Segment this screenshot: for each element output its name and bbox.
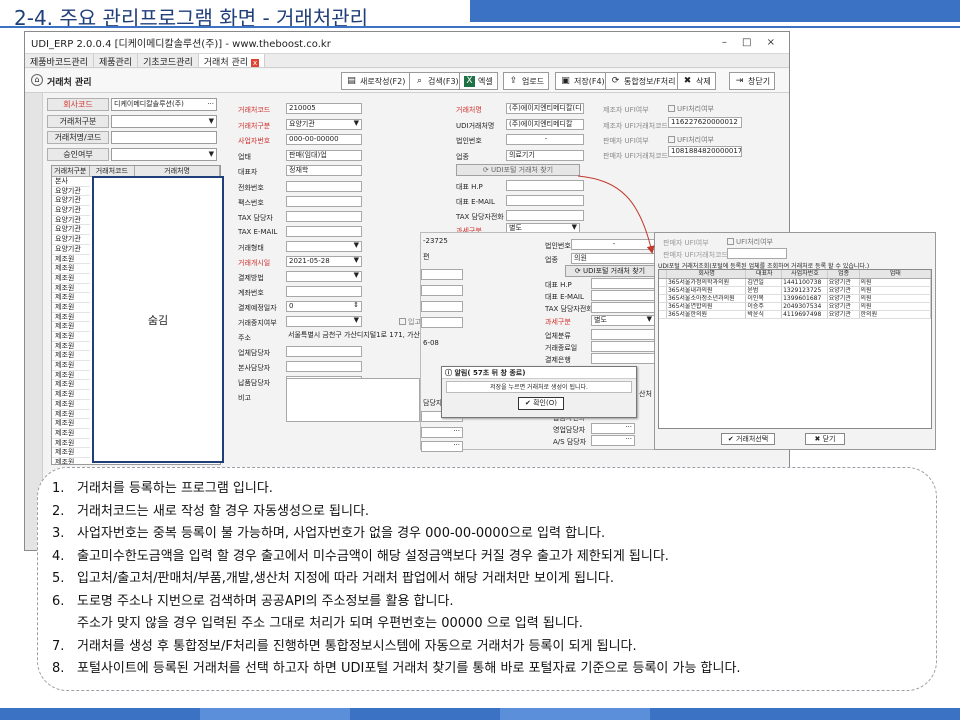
note-text: 사업자번호는 중복 등록이 불 가능하며, 사업자번호가 없을 경우 000-0…: [77, 526, 606, 541]
notes-list: 1. 거래처를 등록하는 프로그램 입니다. 2. 거래처코드는 새로 작성 할 경우…: [52, 478, 741, 681]
note-text: 거래처코드는 새로 작성 할 경우 자동생성으로 됩니다.: [77, 503, 370, 519]
note-text: 거래처를 등록하는 프로그램 입니다.: [77, 481, 273, 496]
note-text: 포털사이트에 등록된 거래처를 선택 하고자 하면 UDI포털 거래처 찾기를 …: [77, 661, 741, 676]
note-text: 거래처를 생성 후 통합정보/F처리를 진행하면 통합정보시스템에 자동으로 거…: [77, 638, 637, 654]
note-item: 5. 입고처/출고처/판매처/부품,개발,생산처 지정에 따라 거래처 팝업에서 …: [52, 568, 741, 591]
note-item: 2. 거래처코드는 새로 작성 할 경우 자동생성으로 됩니다.: [52, 501, 741, 524]
note-item: 4. 출고미수한도금액을 입력 할 경우 출고에서 미수금액이 해당 설정금액보다…: [52, 546, 741, 569]
note-sub-item: 주소가 맞지 않을 경우 입력된 주소 그대로 처리가 되며 우편번호는 000…: [77, 616, 583, 631]
note-text: 입고처/출고처/판매처/부품,개발,생산처 지정에 따라 거래처 팝업에서 해당…: [77, 571, 614, 586]
footer-segment: [200, 708, 350, 720]
note-item: 6. 도로명 주소나 지번으로 검색하며 공공API의 주소정보를 활용 합니다.: [52, 591, 741, 614]
footer-bar: [0, 708, 960, 720]
note-number: 3.: [52, 526, 65, 541]
note-number: 8.: [52, 661, 65, 676]
note-text: 도로명 주소나 지번으로 검색하며 공공API의 주소정보를 활용 합니다.: [77, 593, 454, 609]
footer-segment: [500, 708, 650, 720]
note-number: 7.: [52, 638, 65, 654]
note-number: 6.: [52, 593, 65, 609]
note-item: 8. 포털사이트에 등록된 거래처를 선택 하고자 하면 UDI포털 거래처 찾기…: [52, 658, 741, 681]
note-number: 1.: [52, 481, 65, 496]
note-text: 출고미수한도금액을 입력 할 경우 출고에서 미수금액이 해당 설정금액보다 커…: [77, 548, 669, 564]
note-number: 5.: [52, 571, 65, 586]
note-number: 4.: [52, 548, 65, 564]
note-number: 2.: [52, 503, 65, 519]
note-item: 7. 거래처를 생성 후 통합정보/F처리를 진행하면 통합정보시스템에 자동으로…: [52, 636, 741, 659]
note-item: 1. 거래처를 등록하는 프로그램 입니다.: [52, 478, 741, 501]
note-item: 3. 사업자번호는 중복 등록이 불 가능하며, 사업자번호가 없을 경우 000…: [52, 523, 741, 546]
notes-box: 1. 거래처를 등록하는 프로그램 입니다. 2. 거래처코드는 새로 작성 할 경우…: [37, 467, 937, 691]
